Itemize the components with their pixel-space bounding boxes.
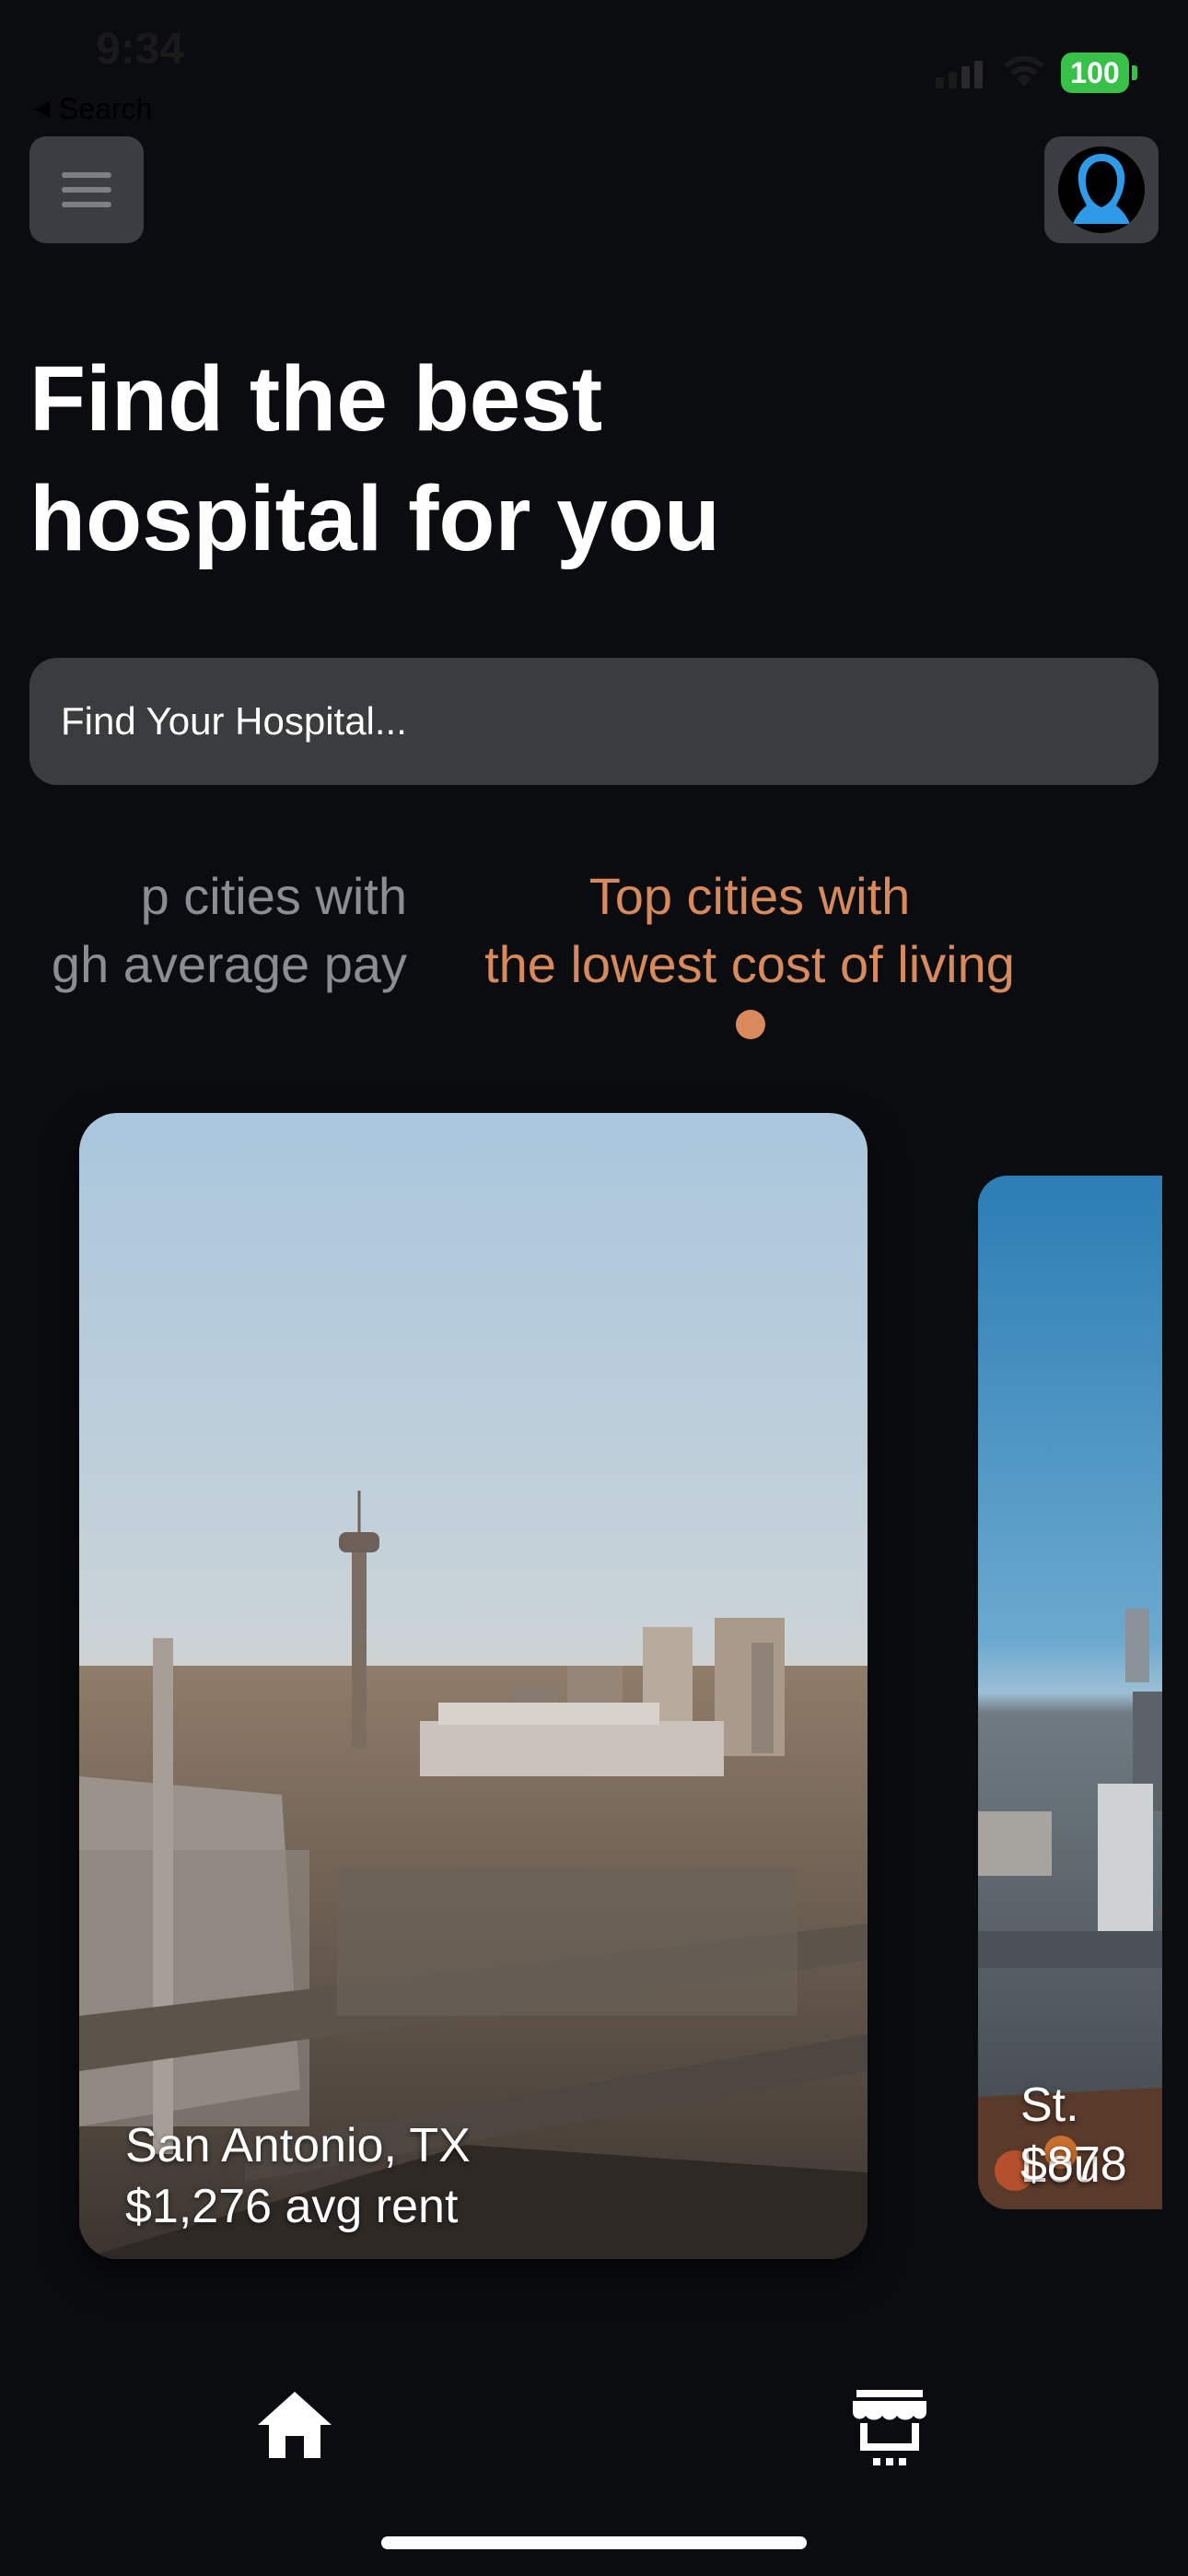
- city-skyline-photo: [79, 1113, 868, 2259]
- page-title-line2: hospital for you: [29, 467, 720, 570]
- back-triangle-icon: [35, 100, 50, 118]
- profile-avatar-icon: [1058, 146, 1145, 233]
- status-time: 9:34: [96, 25, 185, 74]
- page-title-line1: Find the best: [29, 347, 603, 451]
- battery-tip: [1132, 65, 1137, 80]
- menu-button[interactable]: [29, 136, 144, 243]
- wifi-icon: [1004, 55, 1044, 87]
- back-label: Search: [59, 92, 153, 125]
- tab-label-line1: Top cities with: [588, 867, 911, 925]
- card-city-name: San Antonio, TX: [125, 2119, 471, 2172]
- cellular-signal-icon: [936, 61, 983, 88]
- tab-high-average-pay[interactable]: p cities with gh average pay: [0, 862, 407, 999]
- profile-button[interactable]: [1044, 136, 1159, 243]
- active-tab-indicator: [736, 1010, 765, 1039]
- battery-indicator: 100: [1061, 53, 1129, 93]
- home-indicator[interactable]: [381, 2536, 807, 2549]
- city-skyline-photo: [978, 1176, 1162, 2209]
- card-avg-rent: $878 a: [1020, 2137, 1127, 2209]
- tab-label-line2: the lowest cost of living: [484, 935, 1015, 993]
- tab-label-line1: p cities with: [140, 867, 407, 925]
- hamburger-menu-icon: [62, 172, 111, 178]
- home-icon[interactable]: [256, 2390, 333, 2460]
- city-card-san-antonio[interactable]: San Antonio, TX $1,276 avg rent: [79, 1113, 868, 2259]
- storefront-icon[interactable]: [851, 2386, 928, 2467]
- card-avg-rent: $1,276 avg rent: [125, 2180, 459, 2233]
- page-title: Find the best hospital for you: [29, 339, 1135, 579]
- search-bar[interactable]: [29, 658, 1159, 785]
- tab-label-line2: gh average pay: [51, 935, 407, 993]
- city-card-st-louis[interactable]: St. Lou $878 a: [978, 1176, 1162, 2209]
- back-to-search-link[interactable]: Search: [33, 92, 152, 126]
- tab-lowest-cost-of-living[interactable]: Top cities with the lowest cost of livin…: [422, 862, 1077, 999]
- search-input[interactable]: [59, 698, 1122, 744]
